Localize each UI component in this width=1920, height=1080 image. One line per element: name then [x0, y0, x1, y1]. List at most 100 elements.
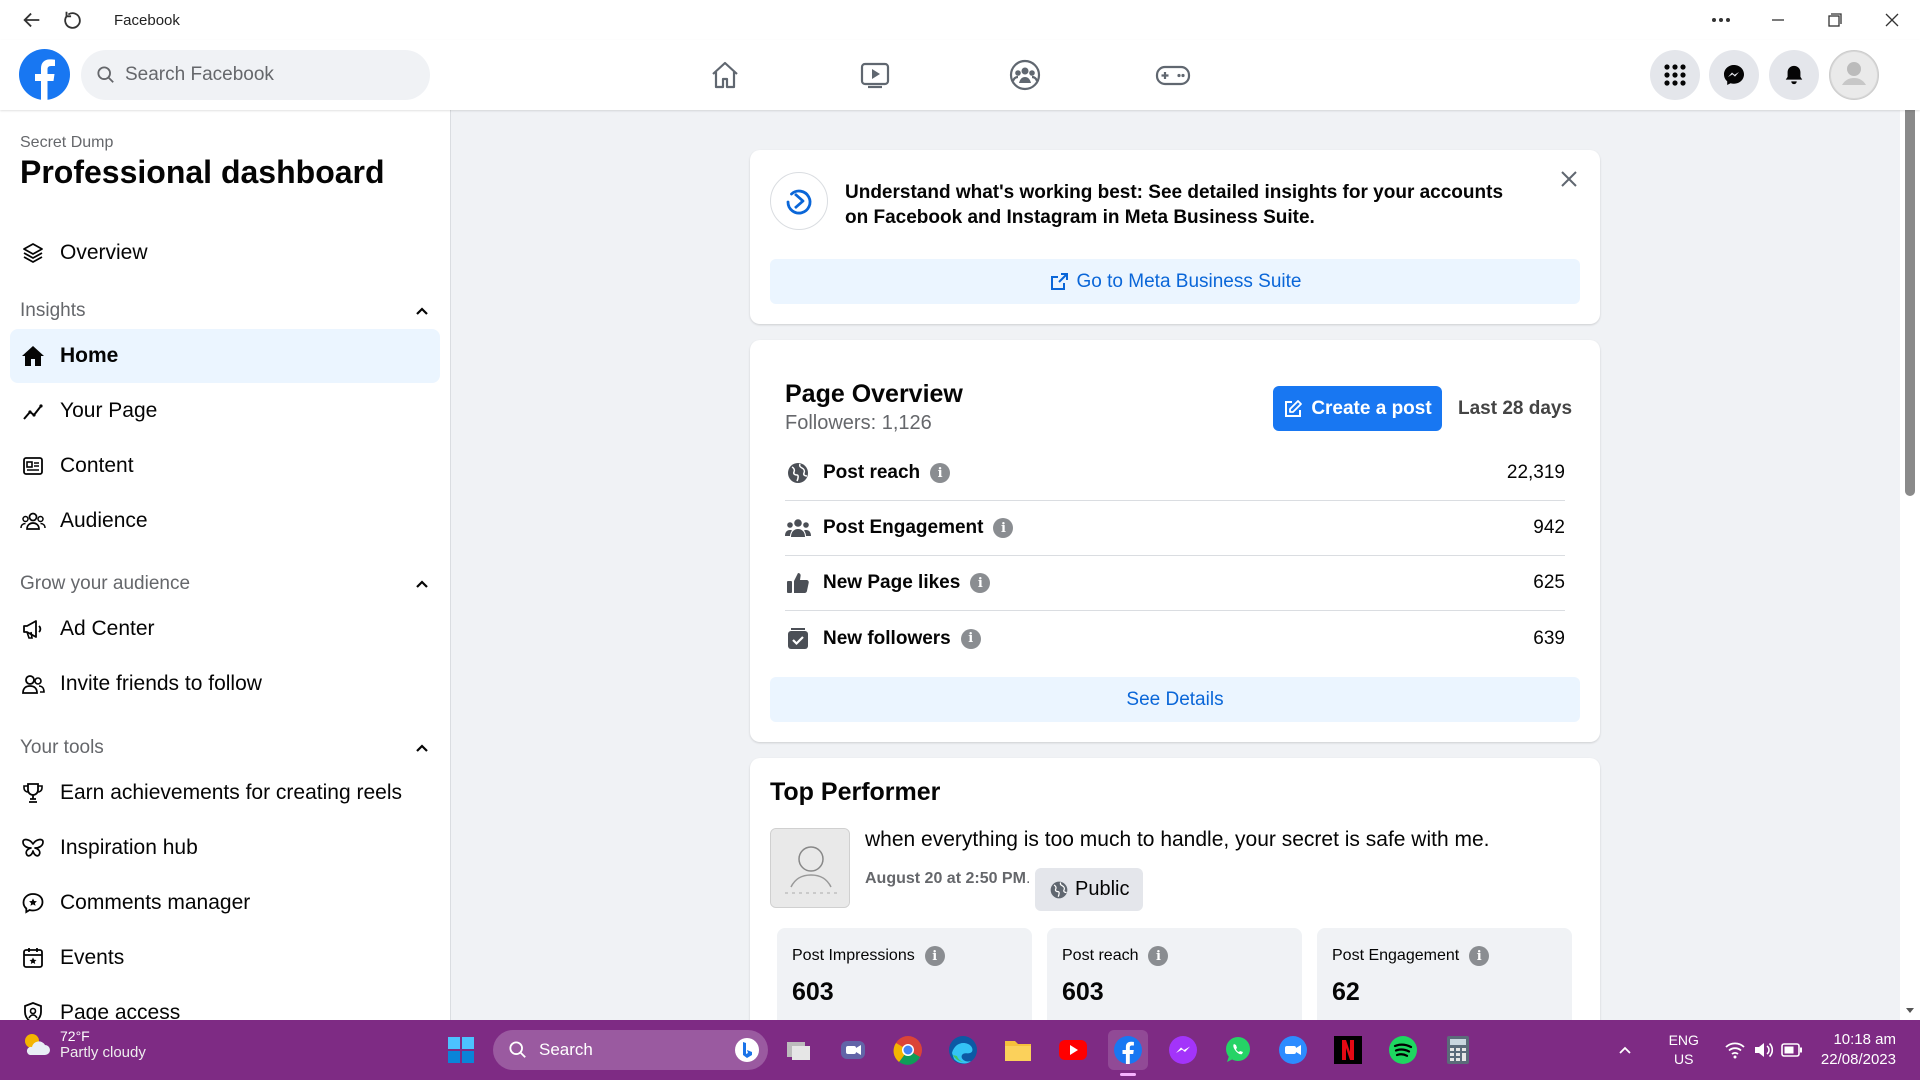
meta-business-suite-icon [770, 172, 828, 230]
invite-people-icon [20, 671, 46, 697]
calculator-icon [1447, 1036, 1469, 1064]
file-explorer-app[interactable] [998, 1030, 1038, 1070]
refresh-button[interactable] [52, 0, 92, 40]
sidebar-item-ad-center[interactable]: Ad Center [10, 602, 440, 656]
nav-home[interactable] [670, 50, 780, 100]
close-icon [1885, 13, 1898, 27]
region-code: US [1674, 1051, 1694, 1067]
notifications-button[interactable] [1769, 50, 1819, 100]
info-icon[interactable]: i [970, 573, 991, 593]
weather-condition: Partly cloudy [60, 1044, 146, 1061]
trend-chart-icon [20, 398, 46, 424]
menu-button[interactable] [1650, 50, 1700, 100]
profile-avatar[interactable] [1829, 50, 1879, 100]
sidebar-item-comments-manager[interactable]: Comments manager [10, 876, 440, 930]
back-button[interactable] [12, 0, 52, 40]
insights-section-header[interactable]: Insights [20, 300, 430, 322]
sidebar-item-page-access[interactable]: Page access [10, 986, 440, 1020]
sidebar-item-invite-friends[interactable]: Invite friends to follow [10, 657, 440, 711]
metric-label: Post reach [823, 462, 921, 483]
nav-watch[interactable] [820, 50, 930, 100]
nav-gaming[interactable] [1118, 50, 1228, 100]
sidebar-item-audience[interactable]: Audience [10, 494, 440, 548]
task-view-button[interactable] [779, 1030, 819, 1070]
whatsapp-icon [1226, 1037, 1250, 1062]
page-scrollbar[interactable] [1900, 40, 1920, 1020]
stat-value: 603 [792, 978, 834, 1006]
windows-logo-icon [448, 1037, 474, 1063]
sidebar-item-label: Your Page [60, 399, 158, 422]
audience-badge[interactable]: Public [1035, 868, 1144, 911]
facebook-app[interactable] [1108, 1030, 1148, 1076]
clock[interactable]: 10:18 am 22/08/2023 [1821, 1030, 1896, 1070]
post-thumbnail[interactable] [770, 828, 850, 908]
audience-label: Public [1075, 878, 1130, 900]
sidebar-item-your-page[interactable]: Your Page [10, 384, 440, 438]
info-icon[interactable]: i [1148, 946, 1169, 966]
info-icon[interactable]: i [924, 946, 945, 966]
youtube-app[interactable] [1053, 1030, 1093, 1070]
info-icon[interactable]: i [1469, 946, 1490, 966]
date-separator: . [1026, 870, 1031, 887]
spotify-icon [1389, 1036, 1417, 1064]
create-post-button[interactable]: Create a post [1273, 386, 1442, 431]
edge-icon [949, 1036, 977, 1064]
language-indicator[interactable]: ENG US [1669, 1031, 1699, 1069]
refresh-icon [64, 11, 81, 29]
metric-value: 625 [1533, 572, 1565, 593]
sidebar-item-content[interactable]: Content [10, 439, 440, 493]
tools-section-header[interactable]: Your tools [20, 737, 430, 759]
banner-close-button[interactable] [1554, 164, 1584, 194]
facebook-search-box[interactable]: Search Facebook [81, 50, 430, 100]
chevron-up-icon [416, 580, 428, 588]
section-label: Insights [20, 300, 86, 321]
windows-taskbar: 72°F Partly cloudy Search ENG US 10:18 a… [0, 1020, 1920, 1080]
sidebar-item-events[interactable]: Events [10, 931, 440, 985]
chrome-app[interactable] [888, 1030, 928, 1070]
netflix-app[interactable] [1328, 1030, 1368, 1070]
page-name: Secret Dump [20, 134, 114, 151]
more-options-button[interactable] [1692, 0, 1749, 40]
home-icon [712, 61, 738, 89]
sidebar-item-achievements[interactable]: Earn achievements for creating reels [10, 766, 440, 820]
start-button[interactable] [441, 1030, 481, 1070]
globe-icon [1050, 881, 1068, 898]
messenger-app[interactable] [1163, 1030, 1203, 1070]
weather-widget[interactable]: 72°F Partly cloudy [20, 1028, 146, 1061]
teams-chat-app[interactable] [833, 1030, 873, 1070]
wifi-icon [1725, 1042, 1745, 1059]
sidebar-item-overview[interactable]: Overview [10, 226, 440, 280]
stat-post-reach: Post reach i 603 [1047, 928, 1302, 1028]
grow-section-header[interactable]: Grow your audience [20, 573, 430, 595]
nav-groups[interactable] [970, 50, 1080, 100]
gamepad-icon [1155, 65, 1191, 86]
active-indicator [1120, 1073, 1136, 1076]
taskbar-search[interactable]: Search [493, 1030, 768, 1070]
stat-label: Post Impressions [792, 947, 915, 964]
see-details-button[interactable]: See Details [770, 677, 1580, 722]
calculator-app[interactable] [1438, 1030, 1478, 1070]
minimize-button[interactable] [1749, 0, 1806, 40]
info-icon[interactable]: i [930, 463, 951, 483]
info-icon[interactable]: i [960, 628, 981, 649]
messenger-button[interactable] [1709, 50, 1759, 100]
temperature: 72°F [60, 1028, 90, 1044]
spotify-app[interactable] [1383, 1030, 1423, 1070]
date-range-selector[interactable]: Last 28 days [1458, 398, 1572, 420]
sidebar-item-inspiration-hub[interactable]: Inspiration hub [10, 821, 440, 875]
facebook-logo[interactable] [19, 49, 70, 100]
close-window-button[interactable] [1863, 0, 1920, 40]
scrollbar-thumb[interactable] [1905, 60, 1915, 496]
restore-button[interactable] [1806, 0, 1863, 40]
whatsapp-app[interactable] [1218, 1030, 1258, 1070]
edge-app[interactable] [943, 1030, 983, 1070]
sidebar-item-home[interactable]: Home [10, 329, 440, 383]
info-icon[interactable]: i [993, 518, 1014, 538]
zoom-app[interactable] [1273, 1030, 1313, 1070]
messenger-icon [1169, 1036, 1197, 1064]
video-chat-icon [841, 1041, 865, 1059]
sidebar-item-label: Comments manager [60, 891, 251, 914]
go-to-meta-business-suite-button[interactable]: Go to Meta Business Suite [770, 259, 1580, 304]
close-icon [1561, 171, 1577, 187]
metric-new-page-likes: New Page likes i 625 [785, 556, 1565, 611]
